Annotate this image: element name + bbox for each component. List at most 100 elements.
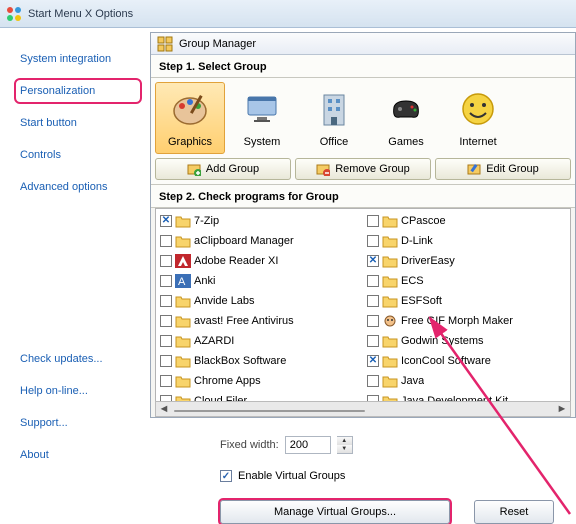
horizontal-scrollbar[interactable]: ◄ ► — [155, 401, 571, 417]
program-icon — [382, 274, 398, 288]
window-title: Start Menu X Options — [28, 8, 133, 20]
group-manager-icon — [157, 36, 173, 52]
manage-virtual-groups-button[interactable]: Manage Virtual Groups... — [220, 500, 450, 524]
nav-system-integration[interactable]: System integration — [14, 46, 142, 72]
program-checkbox[interactable] — [367, 315, 379, 327]
program-row[interactable]: avast! Free Antivirus — [160, 311, 363, 331]
program-row[interactable]: ✕DriverEasy — [367, 251, 570, 271]
program-row[interactable]: aClipboard Manager — [160, 231, 363, 251]
program-icon: A — [175, 274, 191, 288]
program-icon — [382, 354, 398, 368]
program-name: AZARDI — [194, 335, 234, 347]
group-manager-titlebar[interactable]: Group Manager — [151, 33, 575, 55]
program-row[interactable]: Godwin Systems — [367, 331, 570, 351]
program-name: D-Link — [401, 235, 433, 247]
program-row[interactable]: AAnki — [160, 271, 363, 291]
group-label: System — [228, 136, 296, 148]
gamepad-icon — [386, 89, 426, 129]
group-graphics[interactable]: Graphics — [155, 82, 225, 154]
monitor-icon — [242, 89, 282, 129]
program-name: Anvide Labs — [194, 295, 255, 307]
program-row[interactable]: Anvide Labs — [160, 291, 363, 311]
nav-advanced-options[interactable]: Advanced options — [14, 174, 142, 200]
remove-group-label: Remove Group — [335, 163, 410, 175]
program-row[interactable]: Adobe Reader XI — [160, 251, 363, 271]
scroll-left-arrow[interactable]: ◄ — [156, 402, 172, 416]
program-row[interactable]: Chrome Apps — [160, 371, 363, 391]
program-icon — [175, 254, 191, 268]
content-area: Group Manager Step 1. Select Group Graph… — [150, 28, 576, 519]
group-office[interactable]: Office — [299, 82, 369, 154]
nav-controls[interactable]: Controls — [14, 142, 142, 168]
program-row[interactable]: Free GIF Morph Maker — [367, 311, 570, 331]
program-checkbox[interactable] — [367, 375, 379, 387]
reset-label: Reset — [500, 506, 529, 518]
program-name: BlackBox Software — [194, 355, 286, 367]
add-group-label: Add Group — [206, 163, 259, 175]
add-icon — [187, 162, 201, 176]
program-name: Chrome Apps — [194, 375, 261, 387]
enable-virtual-groups-checkbox[interactable]: ✓ — [220, 470, 232, 482]
program-list: ✕7-ZipaClipboard ManagerAdobe Reader XIA… — [155, 208, 571, 413]
add-group-button[interactable]: Add Group — [155, 158, 291, 180]
program-checkbox[interactable] — [367, 335, 379, 347]
edit-group-button[interactable]: Edit Group — [435, 158, 571, 180]
program-checkbox[interactable] — [160, 295, 172, 307]
program-icon — [175, 294, 191, 308]
program-row[interactable]: ✕7-Zip — [160, 211, 363, 231]
group-games[interactable]: Games — [371, 82, 441, 154]
program-name: avast! Free Antivirus — [194, 315, 294, 327]
program-name: ESFSoft — [401, 295, 442, 307]
enable-virtual-groups-label: Enable Virtual Groups — [238, 470, 345, 482]
nav-check-updates[interactable]: Check updates... — [14, 346, 142, 372]
program-checkbox[interactable] — [160, 335, 172, 347]
step1-label: Step 1. Select Group — [151, 55, 575, 78]
program-row[interactable]: BlackBox Software — [160, 351, 363, 371]
program-icon — [382, 214, 398, 228]
program-checkbox[interactable]: ✕ — [160, 215, 172, 227]
program-checkbox[interactable] — [160, 235, 172, 247]
program-row[interactable]: CPascoe — [367, 211, 570, 231]
nav-support[interactable]: Support... — [14, 410, 142, 436]
program-checkbox[interactable] — [367, 235, 379, 247]
program-checkbox[interactable] — [160, 275, 172, 287]
program-row[interactable]: AZARDI — [160, 331, 363, 351]
nav-personalization[interactable]: Personalization — [14, 78, 142, 104]
program-checkbox[interactable] — [367, 295, 379, 307]
program-checkbox[interactable] — [160, 255, 172, 267]
program-row[interactable]: Java — [367, 371, 570, 391]
group-label: Games — [372, 136, 440, 148]
group-internet[interactable]: Internet — [443, 82, 513, 154]
program-row[interactable]: D-Link — [367, 231, 570, 251]
nav-about[interactable]: About — [14, 442, 142, 468]
fixed-width-spinner[interactable]: ▲▼ — [337, 436, 353, 454]
program-name: Anki — [194, 275, 215, 287]
program-checkbox[interactable] — [160, 355, 172, 367]
program-icon — [175, 374, 191, 388]
program-row[interactable]: ECS — [367, 271, 570, 291]
nav-help-online[interactable]: Help on-line... — [14, 378, 142, 404]
group-label: Internet — [444, 136, 512, 148]
program-icon — [175, 234, 191, 248]
scroll-right-arrow[interactable]: ► — [554, 402, 570, 416]
program-checkbox[interactable] — [160, 375, 172, 387]
program-row[interactable]: ✕IconCool Software — [367, 351, 570, 371]
reset-button[interactable]: Reset — [474, 500, 554, 524]
group-system[interactable]: System — [227, 82, 297, 154]
fixed-width-input[interactable] — [285, 436, 331, 454]
group-manager-title: Group Manager — [179, 38, 256, 50]
program-icon — [175, 314, 191, 328]
program-row[interactable]: ESFSoft — [367, 291, 570, 311]
program-checkbox[interactable]: ✕ — [367, 255, 379, 267]
program-checkbox[interactable] — [160, 315, 172, 327]
remove-group-button[interactable]: Remove Group — [295, 158, 431, 180]
scroll-thumb[interactable] — [174, 410, 365, 412]
program-checkbox[interactable] — [367, 215, 379, 227]
step2-label: Step 2. Check programs for Group — [151, 184, 575, 208]
remove-icon — [316, 162, 330, 176]
program-checkbox[interactable] — [367, 275, 379, 287]
program-checkbox[interactable]: ✕ — [367, 355, 379, 367]
program-icon — [175, 354, 191, 368]
nav-start-button[interactable]: Start button — [14, 110, 142, 136]
program-icon — [175, 214, 191, 228]
